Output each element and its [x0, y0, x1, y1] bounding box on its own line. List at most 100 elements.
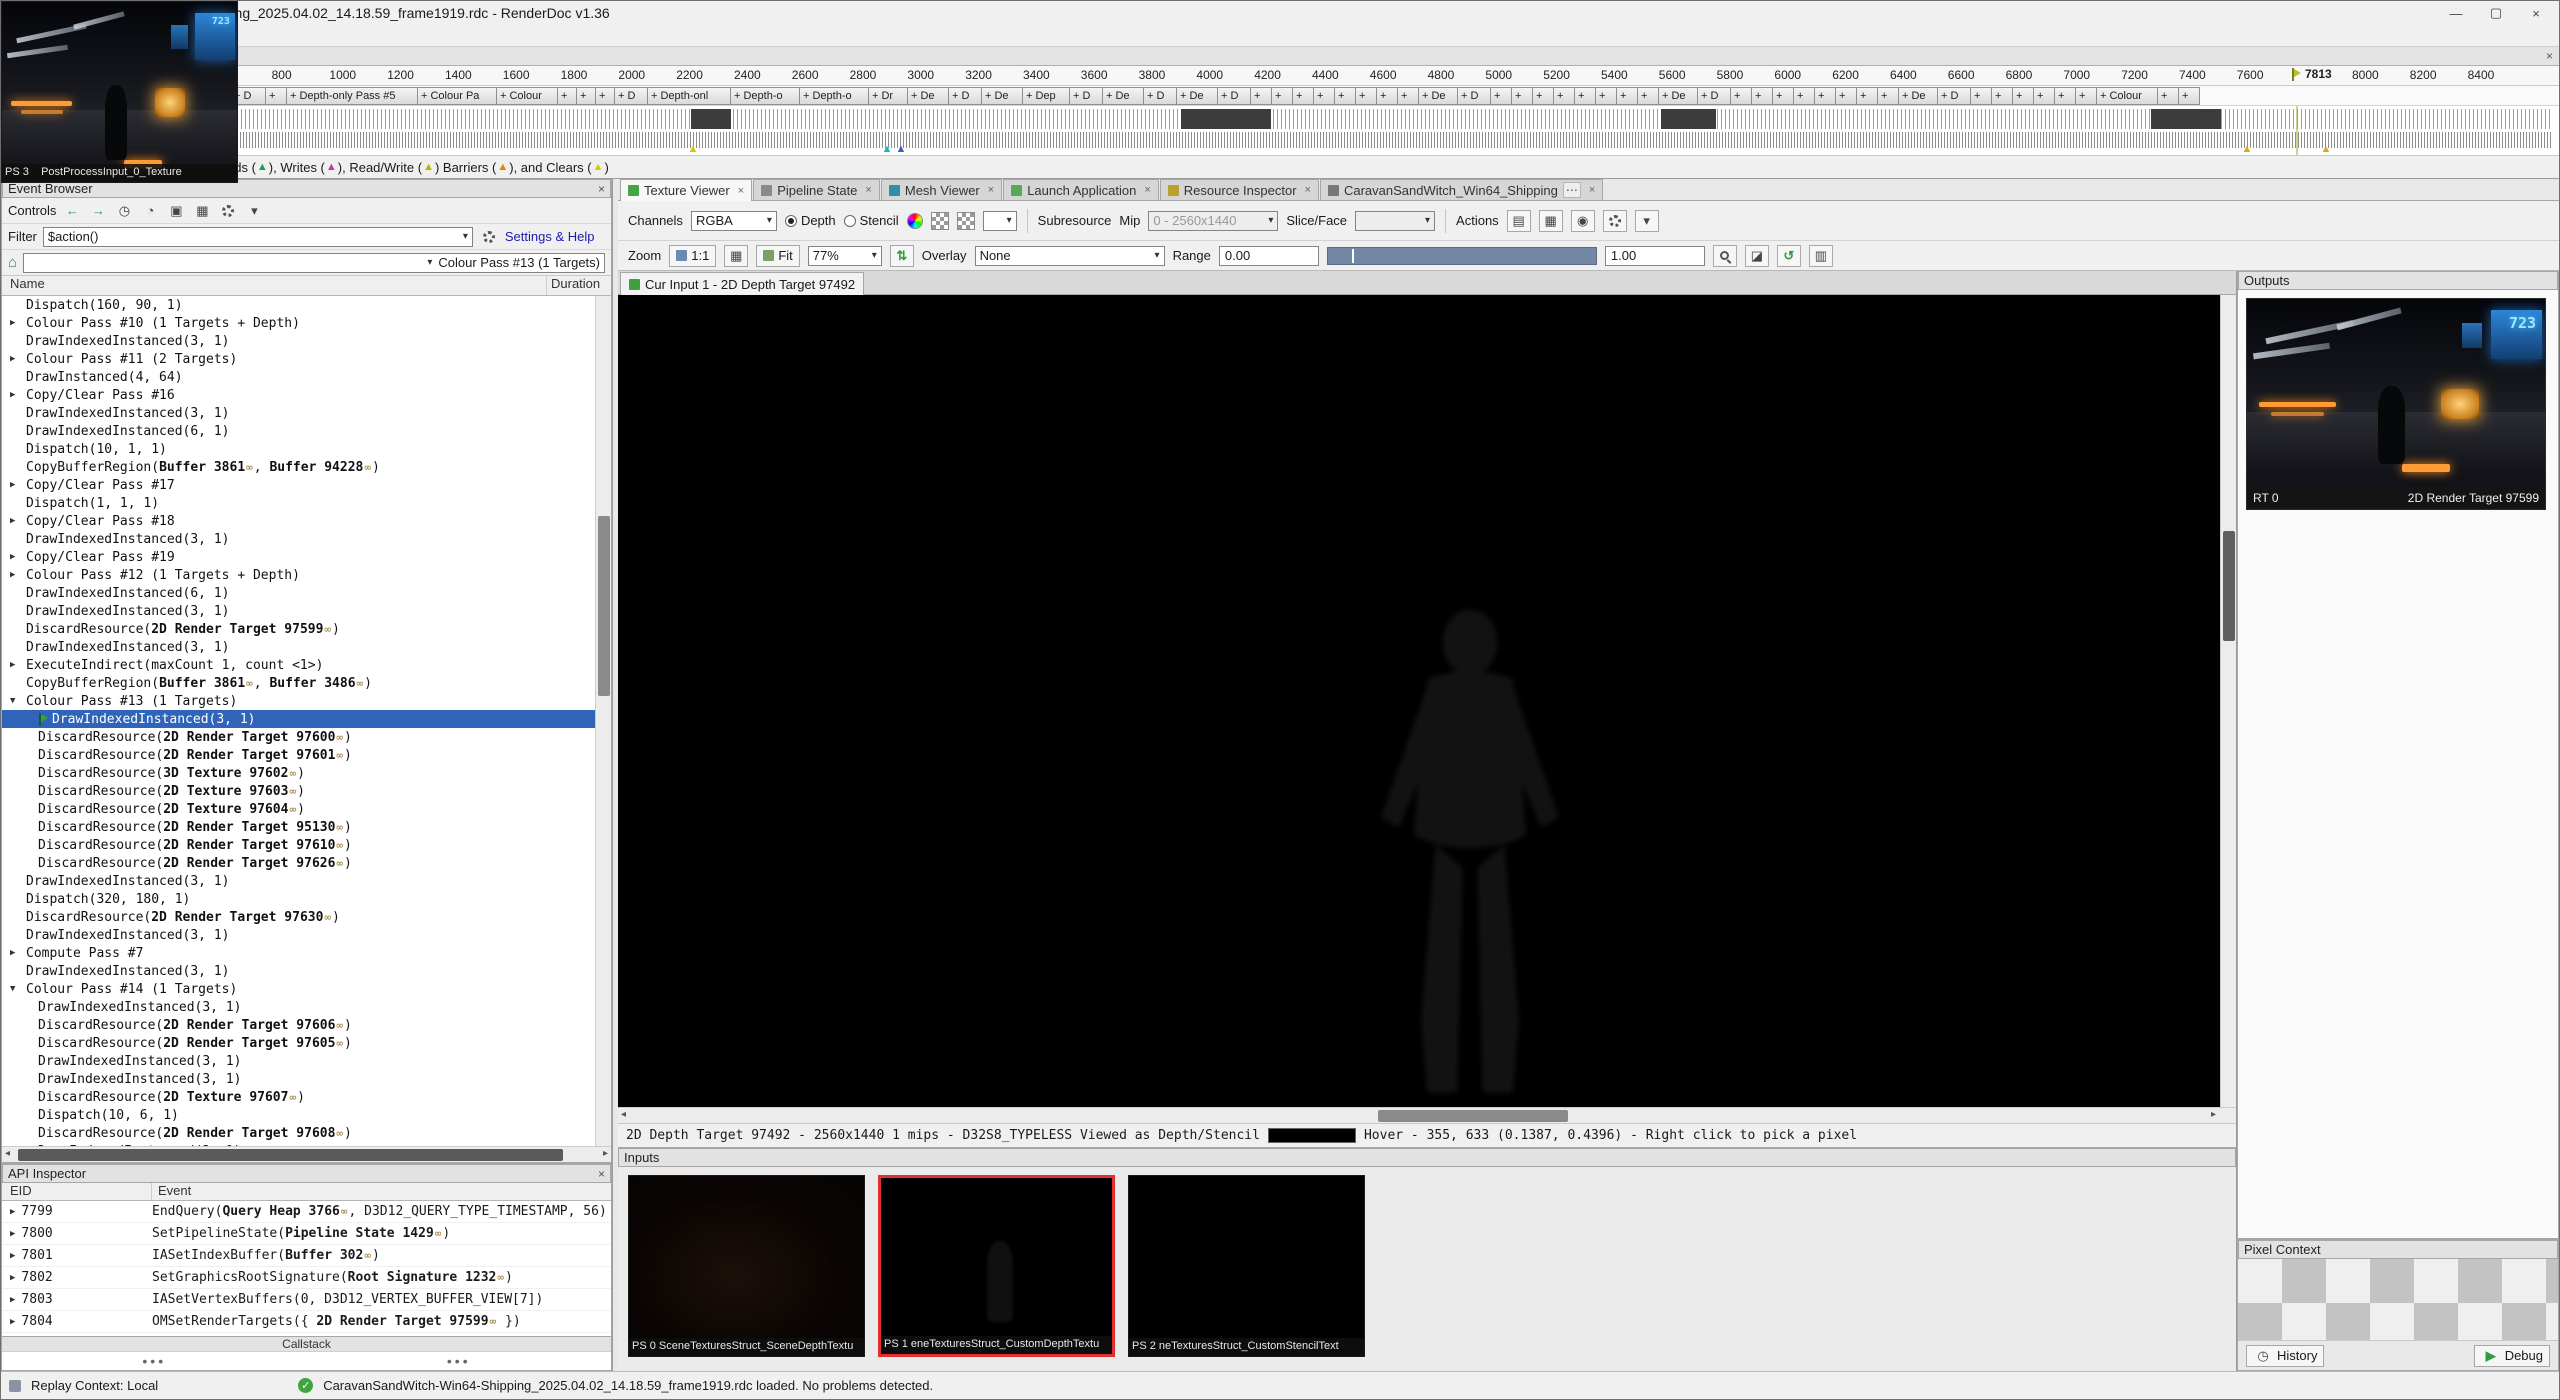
timeline-pass-segment[interactable]: + — [2178, 87, 2200, 105]
debug-button[interactable]: ▶Debug — [2474, 1345, 2550, 1367]
timeline-pass-segment[interactable]: + Depth-o — [730, 87, 800, 105]
event-row[interactable]: ▶Copy/Clear Pass #18 — [2, 512, 595, 530]
event-row[interactable]: DrawIndexedInstanced(3, 1) — [2, 872, 595, 890]
scrollbar-thumb[interactable] — [598, 516, 610, 696]
event-row[interactable]: DrawIndexedInstanced(3, 1) — [2, 998, 595, 1016]
timeline-pass-segment[interactable]: + De — [981, 87, 1023, 105]
timeline-pass-segment[interactable]: + — [595, 87, 615, 105]
tree-expander-icon[interactable]: ▶ — [10, 390, 26, 400]
event-row[interactable]: DiscardResource(2D Render Target 97610∞) — [2, 836, 595, 854]
range-zoom-icon[interactable] — [1713, 245, 1737, 267]
tree-expander-icon[interactable]: ▶ — [10, 1295, 15, 1305]
tree-expander-icon[interactable]: ▶ — [10, 948, 26, 958]
checker-background-button[interactable] — [931, 212, 949, 230]
background-select[interactable]: ▾ — [983, 211, 1017, 231]
timeline-eid-ruler[interactable]: EID: 04006008001000120014001600180020002… — [1, 66, 2559, 86]
timeline-pass-segment[interactable]: + Dep — [1022, 87, 1070, 105]
timeline-pass-segment[interactable]: + — [1616, 87, 1638, 105]
splitter-grip[interactable]: ••• — [307, 1353, 612, 1369]
timeline-pass-segment[interactable]: + — [1877, 87, 1899, 105]
event-row[interactable]: ▶Colour Pass #12 (1 Targets + Depth) — [2, 566, 595, 584]
timeline-pass-segment[interactable]: + — [1991, 87, 2013, 105]
event-row[interactable]: Dispatch(320, 180, 1) — [2, 890, 595, 908]
timeline-pass-segment[interactable]: + Depth-only Pass #5 — [286, 87, 418, 105]
event-row[interactable]: DiscardResource(2D Render Target 97606∞) — [2, 1016, 595, 1034]
timeline-pass-segment[interactable]: + — [1355, 87, 1377, 105]
timeline-pass-segment[interactable]: + — [2012, 87, 2034, 105]
tree-expander-icon[interactable]: ▶ — [10, 1251, 15, 1261]
timeline-pass-segment[interactable]: + Colour — [496, 87, 558, 105]
export-icon[interactable]: ▦ — [192, 202, 212, 220]
tab-close-icon[interactable]: × — [738, 185, 744, 197]
event-row[interactable]: Dispatch(1, 1, 1) — [2, 494, 595, 512]
event-row[interactable]: DrawIndexedInstanced(3, 1) — [2, 404, 595, 422]
event-row[interactable]: DrawIndexedInstanced(3, 1) — [2, 638, 595, 656]
tab-close-icon[interactable]: × — [1144, 184, 1150, 196]
jump-back-button[interactable]: ← — [62, 202, 82, 220]
zoom-percent-select[interactable]: 77% ▾ — [808, 246, 882, 266]
event-row[interactable]: DiscardResource(2D Render Target 97600∞) — [2, 728, 595, 746]
timeline-pass-segment[interactable]: + D — [614, 87, 648, 105]
breadcrumb[interactable]: ▾ Colour Pass #13 (1 Targets) — [23, 253, 605, 273]
tab-overflow-button[interactable]: ⋯ — [1563, 182, 1581, 198]
solid-background-button[interactable] — [957, 212, 975, 230]
timeline-pass-segment[interactable]: + — [1490, 87, 1512, 105]
scrollbar-thumb[interactable] — [18, 1149, 563, 1161]
stencil-radio[interactable]: Stencil — [844, 213, 899, 228]
event-browser-column-header[interactable]: Name Duration — [2, 276, 611, 296]
event-tree-horizontal-scrollbar[interactable]: ◂ ▸ — [2, 1146, 611, 1162]
tree-expander-icon[interactable]: ▶ — [10, 354, 26, 364]
save-texture-icon[interactable]: ▦ — [1539, 210, 1563, 232]
event-row[interactable]: DiscardResource(2D Render Target 97605∞) — [2, 1034, 595, 1052]
timeline-pass-segment[interactable]: + Colour Pa — [417, 87, 497, 105]
event-row[interactable]: DrawIndexedInstanced(6, 1) — [2, 422, 595, 440]
column-duration[interactable]: Duration — [547, 276, 611, 295]
timeline-pass-segment[interactable]: + Depth-onl — [647, 87, 731, 105]
api-row[interactable]: ▶7799EndQuery(Query Heap 3766∞, D3D12_QU… — [2, 1201, 611, 1223]
api-inspector-column-header[interactable]: EID Event — [2, 1183, 611, 1201]
timeline-pass-segment[interactable]: + — [2157, 87, 2179, 105]
tree-expander-icon[interactable]: ▶ — [10, 570, 26, 580]
timeline-usage-marker[interactable]: ▲ — [688, 143, 699, 155]
api-row[interactable]: ▶7801IASetIndexBuffer(Buffer 302∞) — [2, 1245, 611, 1267]
timeline-pass-segment[interactable]: + — [1574, 87, 1596, 105]
event-row[interactable]: DiscardResource(3D Texture 97602∞) — [2, 764, 595, 782]
input-thumbnail[interactable]: PS 2 neTexturesStruct_CustomStencilText — [1128, 1175, 1365, 1357]
timeline-pass-segment[interactable]: + De — [1658, 87, 1698, 105]
timeline-pass-segment[interactable]: + — [2075, 87, 2097, 105]
timeline-pass-segment[interactable]: + D — [1937, 87, 1971, 105]
tab-close-icon[interactable]: × — [988, 184, 994, 196]
filter-input[interactable]: $action() ▾ — [43, 227, 473, 247]
column-eid[interactable]: EID — [2, 1183, 152, 1200]
replay-context-label[interactable]: Replay Context: Local — [31, 1378, 158, 1393]
tree-expander-icon[interactable]: ▶ — [10, 1317, 15, 1327]
event-row[interactable]: DiscardResource(2D Render Target 95130∞) — [2, 818, 595, 836]
timeline-pass-segment[interactable]: + — [1334, 87, 1356, 105]
timeline-pass-segment[interactable]: + — [1376, 87, 1398, 105]
texture-settings-gear-icon[interactable] — [1603, 210, 1627, 232]
timeline-track[interactable]: ▲▲▲▲▲ — [1, 106, 2559, 155]
event-row[interactable]: DiscardResource(2D Texture 97607∞) — [2, 1088, 595, 1106]
event-row[interactable]: DrawIndexedInstanced(3, 1) — [2, 962, 595, 980]
tree-expander-icon[interactable]: ▶ — [10, 480, 26, 490]
jump-forward-button[interactable]: → — [88, 202, 108, 220]
event-row[interactable]: DiscardResource(2D Render Target 97626∞) — [2, 854, 595, 872]
zoom-1to1-button[interactable]: 1:1 — [669, 245, 716, 267]
timeline-pass-segment[interactable]: + Dr — [868, 87, 908, 105]
event-row[interactable]: ▶ExecuteIndirect(maxCount 1, count <1>) — [2, 656, 595, 674]
api-inspector-close-icon[interactable]: × — [598, 1167, 605, 1181]
tab-mesh-viewer[interactable]: Mesh Viewer× — [881, 179, 1002, 200]
tree-expander-icon[interactable]: ▶ — [10, 516, 26, 526]
timeline-pass-segment[interactable]: + De — [1418, 87, 1458, 105]
event-row[interactable]: CopyBufferRegion(Buffer 3861∞, Buffer 34… — [2, 674, 595, 692]
zoom-grid-icon[interactable]: ▦ — [724, 245, 748, 267]
tab-close-icon[interactable]: × — [1589, 184, 1595, 196]
event-row[interactable]: ▼Colour Pass #14 (1 Targets) — [2, 980, 595, 998]
column-name[interactable]: Name — [2, 276, 547, 295]
tree-expander-icon[interactable]: ▶ — [10, 1273, 15, 1283]
duration-icon[interactable]: ◔ — [140, 202, 160, 220]
event-row[interactable]: DrawIndexedInstanced(3, 1) — [2, 1070, 595, 1088]
mip-select[interactable]: 0 - 2560x1440 ▾ — [1148, 211, 1278, 231]
range-slider-handle[interactable] — [1352, 249, 1354, 263]
timeline-pass-segment[interactable]: + — [1856, 87, 1878, 105]
